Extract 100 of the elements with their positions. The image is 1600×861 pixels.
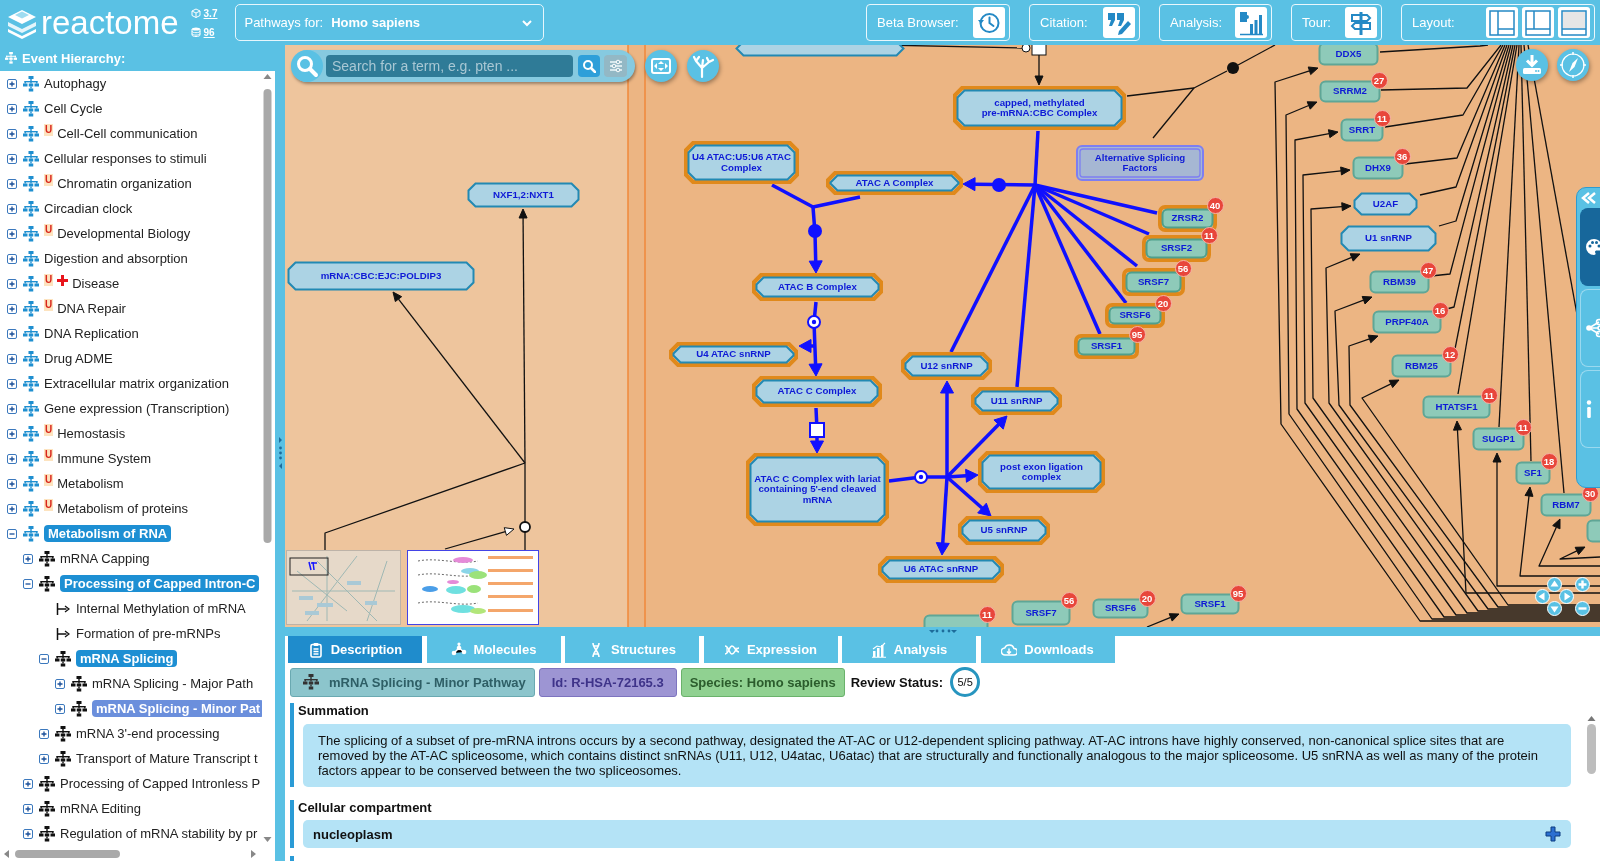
- tree-item[interactable]: Transport of Mature Transcript t: [76, 750, 258, 767]
- collapse-icon[interactable]: [7, 528, 17, 539]
- expand-icon[interactable]: [7, 428, 17, 439]
- expand-icon[interactable]: [55, 678, 65, 689]
- tree-item[interactable]: mRNA Splicing - Major Path: [92, 675, 254, 692]
- tree-item[interactable]: Drug ADME: [44, 350, 113, 367]
- pan-right-icon[interactable]: [1558, 588, 1574, 604]
- tree-item[interactable]: mRNA Splicing: [76, 650, 178, 667]
- tree-item[interactable]: mRNA Splicing - Minor Pat: [92, 700, 262, 717]
- expand-icon[interactable]: [7, 478, 17, 489]
- expand-icon[interactable]: [7, 103, 17, 114]
- tree-item[interactable]: mRNA Capping: [60, 550, 150, 567]
- tree-item[interactable]: Internal Methylation of mRNA: [76, 600, 246, 617]
- expand-icon[interactable]: [7, 303, 17, 314]
- tree-item[interactable]: Processing of Capped Intronless P: [60, 775, 261, 792]
- tree-item[interactable]: Chromatin organization: [57, 175, 192, 192]
- info-chip[interactable]: mRNA Splicing - Minor Pathway: [290, 667, 535, 697]
- tree-item[interactable]: Regulation of mRNA stability by pr: [60, 825, 258, 842]
- tree-item[interactable]: Disease: [72, 275, 120, 292]
- zoom-out-icon[interactable]: [1574, 600, 1590, 616]
- expand-icon[interactable]: [7, 153, 17, 164]
- complex-node[interactable]: NXF1,2:NXT1: [467, 182, 580, 208]
- pan-down-icon[interactable]: [1546, 600, 1562, 616]
- tree-item[interactable]: Immune System: [57, 450, 152, 467]
- tree-item[interactable]: Metabolism of RNA: [44, 525, 172, 542]
- tree-item[interactable]: Circadian clock: [44, 200, 133, 217]
- collapse-icon[interactable]: [39, 653, 49, 664]
- expand-icon[interactable]: [7, 278, 17, 289]
- expand-icon[interactable]: [7, 128, 17, 139]
- layout-icon: [1525, 9, 1551, 36]
- tree-item[interactable]: mRNA 3'-end processing: [76, 725, 220, 742]
- expand-icon[interactable]: [7, 328, 17, 339]
- tree-item[interactable]: Extracellular matrix organization: [44, 375, 229, 392]
- complex-node[interactable]: mRNA:CBC:EJC:POLDIP3: [287, 261, 475, 291]
- expand-icon[interactable]: [7, 378, 17, 389]
- tree-branch-icon[interactable]: [687, 50, 719, 82]
- search-button[interactable]: [578, 55, 600, 77]
- tree-item[interactable]: Digestion and absorption: [44, 250, 188, 267]
- hierarchy-icon: [39, 800, 55, 817]
- layout-button[interactable]: [1522, 7, 1554, 38]
- compass-icon[interactable]: [1557, 49, 1589, 81]
- tree-item[interactable]: Cellular responses to stimuli: [44, 150, 207, 167]
- collapse-icon[interactable]: [23, 578, 33, 589]
- plus-icon[interactable]: [1545, 826, 1561, 842]
- search-field[interactable]: Search for a term, e.g. pten ...: [326, 55, 573, 77]
- expand-icon[interactable]: [55, 703, 65, 714]
- beta-browser-button[interactable]: [973, 7, 1005, 38]
- resize-handle-icon[interactable]: [277, 435, 283, 471]
- tree-item[interactable]: Cell Cycle: [44, 100, 103, 117]
- complex-node[interactable]: [735, 45, 905, 57]
- fit-to-screen-icon[interactable]: [645, 50, 677, 82]
- complex-node[interactable]: U4 ATAC snRNP: [669, 342, 798, 367]
- pan-left-icon[interactable]: [1534, 588, 1550, 604]
- illustration-thumbnail[interactable]: [407, 550, 539, 625]
- interactor-count-badge[interactable]: 18: [1540, 452, 1558, 470]
- complex-node[interactable]: ATAC C Complex: [752, 376, 882, 407]
- side-panel-tab[interactable]: [1580, 208, 1600, 286]
- expand-icon[interactable]: [7, 78, 17, 89]
- expand-icon[interactable]: [23, 778, 33, 789]
- tree-item[interactable]: mRNA Editing: [60, 800, 141, 817]
- tree-item[interactable]: Hemostasis: [57, 425, 126, 442]
- expand-icon[interactable]: [7, 228, 17, 239]
- zoom-in-icon[interactable]: [1574, 576, 1590, 592]
- complex-node[interactable]: ATAC C Complex with lariat containing 5'-end cleaved mRNA: [746, 453, 889, 526]
- expand-icon[interactable]: [7, 403, 17, 414]
- expand-icon[interactable]: [7, 353, 17, 364]
- expand-icon[interactable]: [39, 728, 49, 739]
- complex-node[interactable]: ATAC B Complex: [752, 273, 883, 301]
- hierarchy-icon: [23, 75, 39, 92]
- tree-item[interactable]: Cell-Cell communication: [57, 125, 198, 142]
- tree-item[interactable]: Processing of Capped Intron-C: [60, 575, 260, 592]
- tree-item[interactable]: Metabolism of proteins: [57, 500, 188, 517]
- expand-icon[interactable]: [23, 828, 33, 839]
- expand-icon[interactable]: [7, 203, 17, 214]
- download-icon[interactable]: [1516, 49, 1548, 81]
- palette-icon[interactable]: [1584, 237, 1600, 257]
- tree-item[interactable]: Gene expression (Transcription): [44, 400, 230, 417]
- tree-item[interactable]: DNA Repair: [57, 300, 126, 317]
- tree-item[interactable]: Metabolism: [57, 475, 124, 492]
- citation-button[interactable]: [1103, 7, 1135, 38]
- expand-icon[interactable]: [39, 753, 49, 764]
- diagram-overview-thumbnail[interactable]: [286, 550, 401, 625]
- tree-item[interactable]: Formation of pre-mRNPs: [76, 625, 221, 642]
- expand-icon[interactable]: [7, 178, 17, 189]
- tree-item[interactable]: DNA Replication: [44, 325, 139, 342]
- pan-up-icon[interactable]: [1546, 576, 1562, 592]
- tree-item[interactable]: Developmental Biology: [57, 225, 191, 242]
- tab[interactable]: Description: [288, 636, 422, 663]
- expand-icon[interactable]: [7, 453, 17, 464]
- tour-button[interactable]: [1345, 7, 1377, 38]
- complex-node[interactable]: U4 ATAC:U5:U6 ATAC Complex: [684, 141, 799, 184]
- expand-icon[interactable]: [7, 503, 17, 514]
- expand-icon[interactable]: [23, 553, 33, 564]
- tree-item[interactable]: Autophagy: [44, 75, 107, 92]
- analysis-button[interactable]: [1235, 7, 1267, 38]
- layout-button[interactable]: [1486, 7, 1518, 38]
- protein-node[interactable]: [1586, 519, 1600, 543]
- layout-button[interactable]: [1558, 7, 1590, 38]
- expand-icon[interactable]: [23, 803, 33, 814]
- expand-icon[interactable]: [7, 253, 17, 264]
